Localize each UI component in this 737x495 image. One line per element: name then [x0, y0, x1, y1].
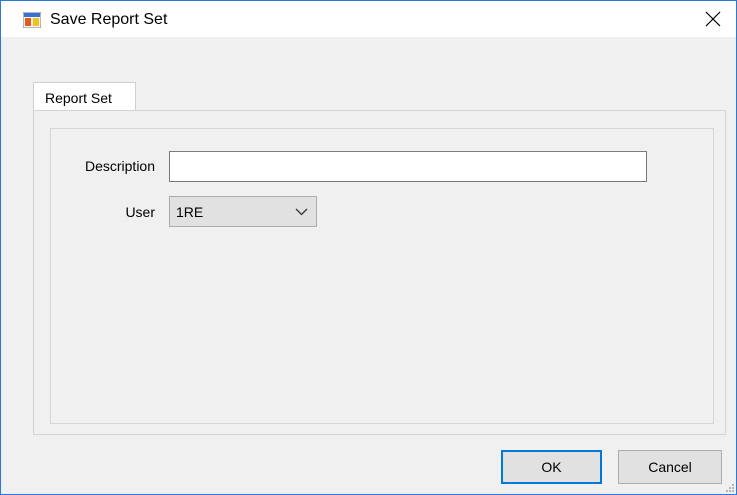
report-set-app-icon	[23, 12, 41, 28]
window-title: Save Report Set	[50, 11, 168, 28]
close-icon	[705, 11, 721, 27]
close-button[interactable]	[690, 1, 736, 37]
user-label: User	[125, 204, 155, 220]
tab-report-set[interactable]: Report Set	[33, 82, 136, 110]
cancel-button[interactable]: Cancel	[618, 450, 722, 484]
user-dropdown-value: 1RE	[176, 204, 204, 220]
resize-grip-icon[interactable]	[724, 482, 734, 492]
description-label: Description	[84, 158, 155, 174]
description-input[interactable]	[169, 151, 647, 182]
ok-button[interactable]: OK	[501, 450, 602, 484]
user-dropdown[interactable]: 1RE	[169, 196, 317, 227]
save-report-set-dialog: Save Report Set Report Set Description U…	[0, 0, 737, 495]
title-bar[interactable]: Save Report Set	[1, 1, 736, 37]
tab-report-set-label: Report Set	[45, 90, 112, 106]
chevron-down-icon	[295, 208, 308, 216]
